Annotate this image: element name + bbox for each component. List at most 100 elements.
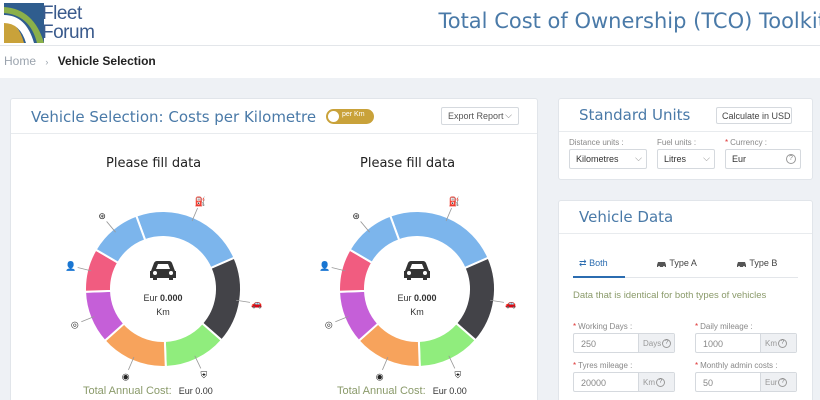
total-value: Eur 0.00 [178,386,213,396]
total-annual-cost-type-a: Total Annual Cost: Eur 0.00 [83,385,213,397]
toggle-label: per Km [342,111,365,118]
tab-type-b[interactable]: Type B [736,258,777,268]
export-report-button[interactable]: Export Report ⌵ [441,107,519,125]
tab-label: Type A [669,258,697,268]
fuel-units-select[interactable]: Litres ⌵ [657,149,715,169]
chart-heading-type-b: Please fill data [360,156,456,171]
car-icon [737,261,746,268]
donut-svg: ⛽🚗⛨◉◎👤⊛ [65,196,262,382]
shield-icon: ⛨ [454,370,461,380]
coin-icon: ◉ [122,371,130,381]
tyres-mileage-input[interactable]: 20000 Km? [573,372,675,392]
breadcrumb: Home › Vehicle Selection [4,54,156,68]
logo-text: Fleet Forum [42,3,95,43]
logo-line-2: Forum [42,22,95,43]
monthly-admin-costs-input[interactable]: 50 Eur? [695,372,797,392]
logo-line-1: Fleet [42,3,82,24]
donut-svg: ⛽🚗⛨◉◎👤⊛ [319,196,516,382]
field-label-text: Currency : [730,138,768,147]
help-icon[interactable]: ? [662,339,672,348]
swap-arrows-icon: ⇄ [579,258,587,268]
total-label: Total Annual Cost: [83,385,172,397]
field-label-text: Tyres mileage : [578,361,633,370]
required-asterisk: * [573,361,577,370]
identical-data-heading: Data that is identical for both types of… [573,290,767,301]
help-icon[interactable]: ? [778,339,787,348]
driver-icon: 👤 [319,260,330,271]
total-label: Total Annual Cost: [337,385,426,397]
cost-value: 0.000 [413,293,437,303]
tyre-icon: ◎ [325,319,333,329]
vehicle-selection-card: Vehicle Selection: Costs per Kilometre p… [10,98,538,400]
field-label-text: Monthly admin costs : [700,361,778,370]
total-annual-cost-type-b: Total Annual Cost: Eur 0.00 [337,385,467,397]
daily-mileage-field: * Daily mileage : 1000 Km? [695,322,797,353]
tab-label: Type B [749,258,778,268]
unit-addon: Days? [638,334,674,352]
distance-units-select[interactable]: Kilometres ⌵ [569,149,647,169]
unit-label: Km [156,307,170,317]
currency-input[interactable]: Eur ? [725,149,801,169]
coin-icon: ◉ [376,371,384,381]
card-divider [559,233,812,234]
tyre-icon: ◎ [71,319,79,329]
required-asterisk: * [695,361,699,370]
units-card-title: Standard Units [579,106,691,124]
app-title: Total Cost of Ownership (TCO) Toolkit [438,9,820,33]
required-asterisk: * [573,322,577,331]
calculate-in-usd-button[interactable]: Calculate in USD [716,107,792,124]
car-icon [404,261,430,280]
unit-label: Eur [765,378,778,387]
field-label-text: Daily mileage : [700,322,753,331]
unit-addon: Eur? [760,373,796,391]
cost-value: 0.000 [159,293,183,303]
breadcrumb-bar: Home › Vehicle Selection [0,46,820,78]
tab-both[interactable]: ⇄ Both [579,258,608,269]
selection-card-title: Vehicle Selection: Costs per Kilometre [31,108,317,126]
field-label-text: Working Days : [578,322,633,331]
cost-donut-chart-type-a: ⛽ 🚗 ⛨ ◉ ◎ 👤 ⊛ Eur 0.000 Km [63,189,263,389]
help-icon[interactable]: ? [656,378,665,387]
breadcrumb-current: Vehicle Selection [57,54,156,68]
card-divider [559,131,812,132]
breadcrumb-separator: › [45,57,49,67]
breadcrumb-home-link[interactable]: Home [4,54,36,68]
donut-center [367,239,467,339]
daily-mileage-input[interactable]: 1000 Km? [695,333,797,353]
logo-mark-icon [4,3,44,43]
working-days-input[interactable]: 250 Days? [573,333,675,353]
standard-units-card: Standard Units Calculate in USD Distance… [558,98,813,180]
fleet-forum-logo[interactable]: Fleet Forum [4,3,114,43]
cost-per-km-value: Eur 0.000 [317,293,517,303]
tab-label: Both [589,258,608,268]
currency-field: * Currency : Eur ? [725,138,801,169]
input-value: 1000 [703,339,724,349]
input-value: 50 [703,378,714,388]
tab-type-a[interactable]: Type A [656,258,697,268]
required-asterisk: * [725,138,729,147]
input-value: Eur [732,154,747,164]
select-value: Litres [664,154,687,164]
chart-heading-type-a: Please fill data [106,156,202,171]
working-days-field: * Working Days : 250 Days? [573,322,675,353]
chevron-down-icon: ⌵ [703,153,710,163]
steering-icon: ⊛ [98,211,106,221]
car-icon [657,261,666,268]
distance-units-field: Distance units : Kilometres ⌵ [569,138,647,169]
input-value: 20000 [581,378,607,388]
currency-label: Eur [143,293,160,303]
currency-label: Eur [397,293,414,303]
toggle-knob [328,111,339,122]
fuel-pump-icon: ⛽ [449,196,460,207]
shield-icon: ⛨ [200,370,207,380]
help-icon[interactable]: ? [786,154,796,164]
per-km-toggle[interactable]: per Km [326,109,374,124]
unit-label: Km [765,339,777,348]
help-icon[interactable]: ? [778,378,788,387]
driver-icon: 👤 [65,260,76,271]
field-label: Fuel units : [657,138,697,147]
fuel-units-field: Fuel units : Litres ⌵ [657,138,715,169]
active-tab-indicator [573,276,625,278]
input-value: 250 [581,339,597,349]
field-label: * Working Days : [573,322,632,331]
